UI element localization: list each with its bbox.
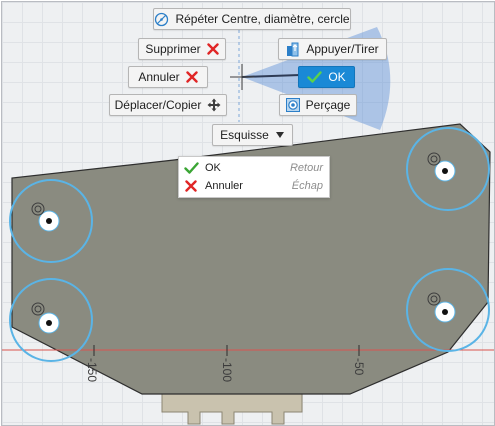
repeat-command-label: Répéter Centre, diamètre, cercle bbox=[175, 12, 350, 26]
ok-label: OK bbox=[328, 70, 346, 84]
hole-label: Perçage bbox=[305, 98, 351, 112]
red-x-icon bbox=[206, 43, 219, 55]
move-arrows-icon bbox=[207, 98, 221, 112]
part-tabs bbox=[161, 393, 303, 425]
dropdown-item-cancel-label: Annuler bbox=[205, 179, 243, 192]
ruler-label-minus-100: -100 bbox=[220, 358, 234, 382]
press-pull-icon bbox=[286, 42, 300, 57]
undo-label: Annuler bbox=[138, 70, 180, 84]
red-x-icon bbox=[185, 71, 198, 83]
delete-label: Supprimer bbox=[145, 42, 201, 56]
sketch-canvas[interactable]: -150 -100 -50 bbox=[2, 2, 494, 425]
move-copy-button[interactable]: Déplacer/Copier bbox=[109, 94, 227, 116]
green-check-icon bbox=[181, 161, 201, 174]
sketch-dropdown-menu: OK Retour Annuler Échap bbox=[178, 156, 330, 198]
cursor-crosshair bbox=[230, 64, 254, 90]
dropdown-item-ok-shortcut: Retour bbox=[289, 161, 323, 174]
sketch-dropdown-label: Esquisse bbox=[220, 128, 269, 142]
green-check-icon bbox=[307, 71, 323, 83]
canvas-viewport[interactable]: -150 -100 -50 Répéter Centre, diamètre, … bbox=[1, 1, 495, 426]
ruler-label-minus-50: -50 bbox=[352, 358, 366, 376]
red-x-icon bbox=[181, 179, 201, 192]
undo-button[interactable]: Annuler bbox=[128, 66, 208, 88]
sketch-dropdown-button[interactable]: Esquisse bbox=[212, 124, 293, 146]
delete-button[interactable]: Supprimer bbox=[138, 38, 226, 60]
repeat-command-button[interactable]: Répéter Centre, diamètre, cercle bbox=[153, 8, 351, 30]
move-copy-label: Déplacer/Copier bbox=[114, 98, 202, 112]
circle-center-diameter-icon bbox=[154, 12, 169, 27]
dropdown-item-cancel[interactable]: Annuler Échap bbox=[179, 177, 329, 194]
hole-icon bbox=[285, 98, 300, 112]
press-pull-label: Appuyer/Tirer bbox=[306, 42, 379, 56]
ruler-label-minus-150: -150 bbox=[85, 358, 99, 382]
dropdown-item-cancel-shortcut: Échap bbox=[291, 179, 323, 192]
ok-button[interactable]: OK bbox=[298, 66, 355, 88]
chevron-down-icon bbox=[275, 131, 285, 139]
hole-button[interactable]: Perçage bbox=[279, 94, 357, 116]
dropdown-item-ok[interactable]: OK Retour bbox=[179, 159, 329, 176]
dropdown-item-ok-label: OK bbox=[205, 161, 221, 174]
press-pull-button[interactable]: Appuyer/Tirer bbox=[278, 38, 387, 60]
